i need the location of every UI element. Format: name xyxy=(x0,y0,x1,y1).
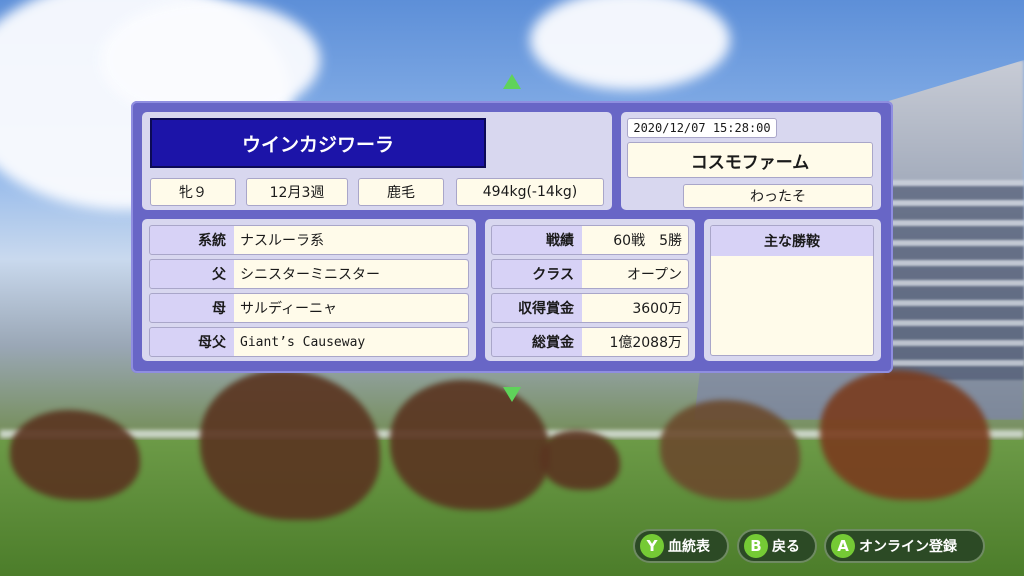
horse-info-dialog: ウインカジワーラ 牝９ 12月3週 鹿毛 494kg(-14kg) 2020/1… xyxy=(131,101,893,373)
farm-name-field: コスモファーム xyxy=(627,142,873,178)
pedigree-row: 母 サルディーニャ xyxy=(149,293,469,323)
horse-silhouette xyxy=(10,410,140,500)
back-button[interactable]: B 戻る xyxy=(737,529,817,563)
weight-field: 494kg(-14kg) xyxy=(456,178,604,206)
sex-age-field: 牝９ xyxy=(150,178,236,206)
record-row: 収得賞金 3600万 xyxy=(491,293,689,323)
pedigree-row: 系統 ナスルーラ系 xyxy=(149,225,469,255)
record-label: 総賞金 xyxy=(492,328,582,356)
pedigree-table-label: 血統表 xyxy=(668,539,710,555)
record-label: 戦績 xyxy=(492,226,582,254)
pedigree-table-button[interactable]: Y 血統表 xyxy=(633,529,729,563)
coat-field: 鹿毛 xyxy=(358,178,444,206)
scroll-down-arrow-icon[interactable] xyxy=(503,387,521,402)
pedigree-value: シニスターミニスター xyxy=(234,260,468,288)
record-value: 1億2088万 xyxy=(582,328,688,356)
basic-info-panel: ウインカジワーラ 牝９ 12月3週 鹿毛 494kg(-14kg) xyxy=(142,112,612,210)
record-label: クラス xyxy=(492,260,582,288)
horse-name: ウインカジワーラ xyxy=(150,118,486,168)
grandstand-seats xyxy=(884,180,1024,380)
pedigree-value: サルディーニャ xyxy=(234,294,468,322)
horse-silhouette xyxy=(200,370,380,520)
pedigree-label: 母 xyxy=(150,294,234,322)
pedigree-panel: 系統 ナスルーラ系 父 シニスターミニスター 母 サルディーニャ 母父 Gian… xyxy=(142,219,476,361)
pedigree-value: ナスルーラ系 xyxy=(234,226,468,254)
pedigree-label: 父 xyxy=(150,260,234,288)
cloud xyxy=(530,0,730,90)
birth-week-field: 12月3週 xyxy=(246,178,348,206)
pedigree-label: 系統 xyxy=(150,226,234,254)
a-button-icon: A xyxy=(831,534,855,558)
main-wins-header: 主な勝鞍 xyxy=(711,226,873,256)
pedigree-value: Giant’s Causeway xyxy=(234,328,468,356)
owner-user-field: わったそ xyxy=(683,184,873,208)
online-register-label: オンライン登録 xyxy=(859,539,957,555)
pedigree-label: 母父 xyxy=(150,328,234,356)
record-value: 60戦 5勝 xyxy=(582,226,688,254)
owner-panel: 2020/12/07 15:28:00 コスモファーム わったそ xyxy=(621,112,881,210)
record-value: 3600万 xyxy=(582,294,688,322)
online-register-button[interactable]: A オンライン登録 xyxy=(824,529,985,563)
timestamp-field: 2020/12/07 15:28:00 xyxy=(627,118,777,138)
horse-silhouette xyxy=(390,380,550,510)
scroll-up-arrow-icon[interactable] xyxy=(503,74,521,89)
main-wins-box: 主な勝鞍 xyxy=(710,225,874,356)
record-row: クラス オープン xyxy=(491,259,689,289)
record-row: 総賞金 1億2088万 xyxy=(491,327,689,357)
back-label: 戻る xyxy=(772,539,800,555)
main-wins-panel: 主な勝鞍 xyxy=(704,219,881,361)
y-button-icon: Y xyxy=(640,534,664,558)
b-button-icon: B xyxy=(744,534,768,558)
record-value: オープン xyxy=(582,260,688,288)
record-panel: 戦績 60戦 5勝 クラス オープン 収得賞金 3600万 総賞金 1億2088… xyxy=(485,219,695,361)
pedigree-row: 父 シニスターミニスター xyxy=(149,259,469,289)
horse-silhouette xyxy=(540,430,620,490)
pedigree-row: 母父 Giant’s Causeway xyxy=(149,327,469,357)
record-label: 収得賞金 xyxy=(492,294,582,322)
record-row: 戦績 60戦 5勝 xyxy=(491,225,689,255)
